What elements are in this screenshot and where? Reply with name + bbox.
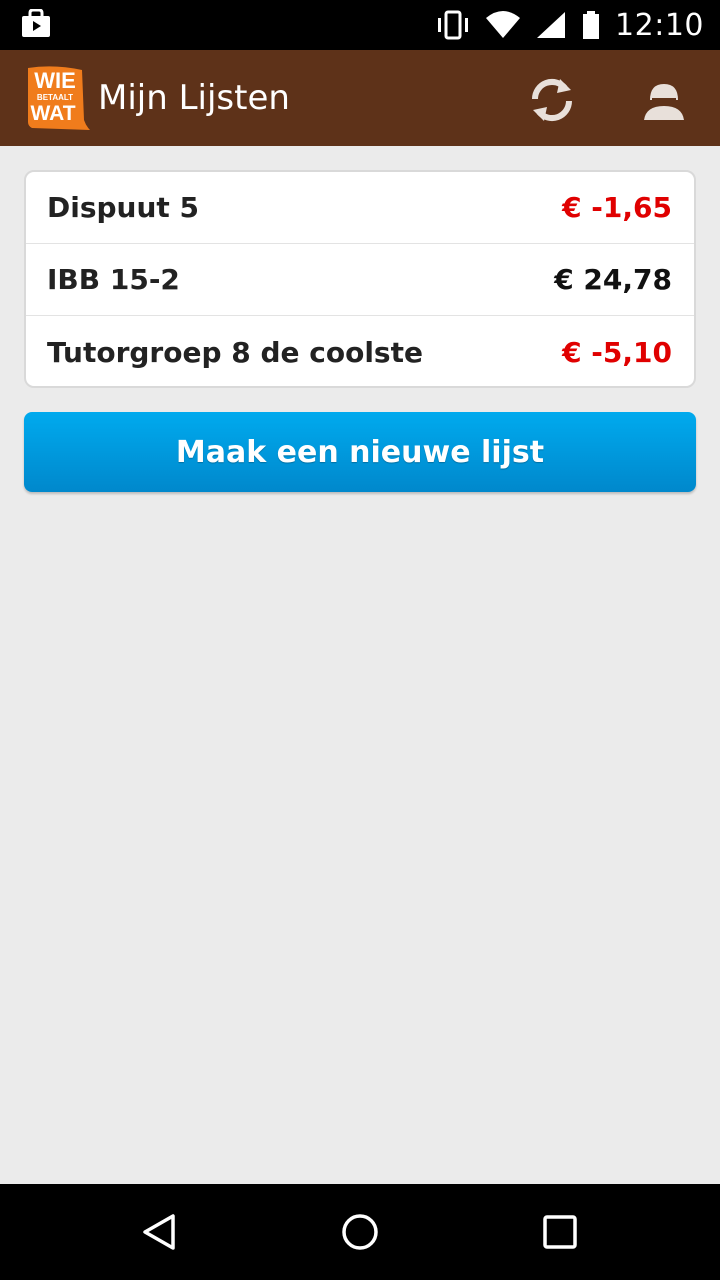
- new-list-button[interactable]: Maak een nieuwe lijst: [24, 412, 696, 492]
- recents-icon: [543, 1215, 577, 1249]
- list-item[interactable]: Tutorgroep 8 de coolste € -5,10: [26, 316, 694, 386]
- recents-button[interactable]: [530, 1202, 590, 1262]
- list-name: Tutorgroep 8 de coolste: [47, 335, 423, 369]
- wifi-icon: [486, 11, 521, 38]
- list-name: Dispuut 5: [47, 191, 200, 224]
- refresh-button[interactable]: [522, 72, 582, 128]
- list-balance: € -1,65: [562, 191, 672, 224]
- refresh-icon: [531, 78, 573, 122]
- back-icon: [143, 1214, 175, 1250]
- list-name: IBB 15-2: [47, 263, 180, 296]
- page-title: Mijn Lijsten: [98, 78, 290, 118]
- shopping-bag-icon: [22, 9, 50, 37]
- status-bar: 12:10: [0, 0, 720, 50]
- clock: 12:10: [615, 7, 704, 43]
- list-balance: € 24,78: [554, 263, 672, 296]
- navigation-bar: [0, 1184, 720, 1280]
- home-button[interactable]: [330, 1202, 390, 1262]
- logo-text-middle: BETAALT: [37, 93, 73, 102]
- app-logo: WIE BETAALT WAT: [28, 66, 90, 130]
- back-button[interactable]: [130, 1202, 190, 1262]
- battery-icon: [583, 11, 600, 39]
- app-bar: WIE BETAALT WAT Mijn Lijsten: [0, 50, 720, 146]
- list-item[interactable]: IBB 15-2 € 24,78: [26, 244, 694, 316]
- home-icon: [342, 1214, 378, 1250]
- list-item[interactable]: Dispuut 5 € -1,65: [26, 172, 694, 244]
- lists-card: Dispuut 5 € -1,65 IBB 15-2 € 24,78 Tutor…: [24, 170, 696, 388]
- logo-text-top: WIE: [34, 68, 76, 93]
- logo-text-bottom: WAT: [30, 102, 75, 125]
- vibrate-icon: [438, 10, 469, 40]
- list-balance: € -5,10: [562, 335, 672, 369]
- signal-icon: [537, 12, 566, 38]
- profile-icon: [644, 84, 684, 120]
- profile-button[interactable]: [636, 72, 692, 128]
